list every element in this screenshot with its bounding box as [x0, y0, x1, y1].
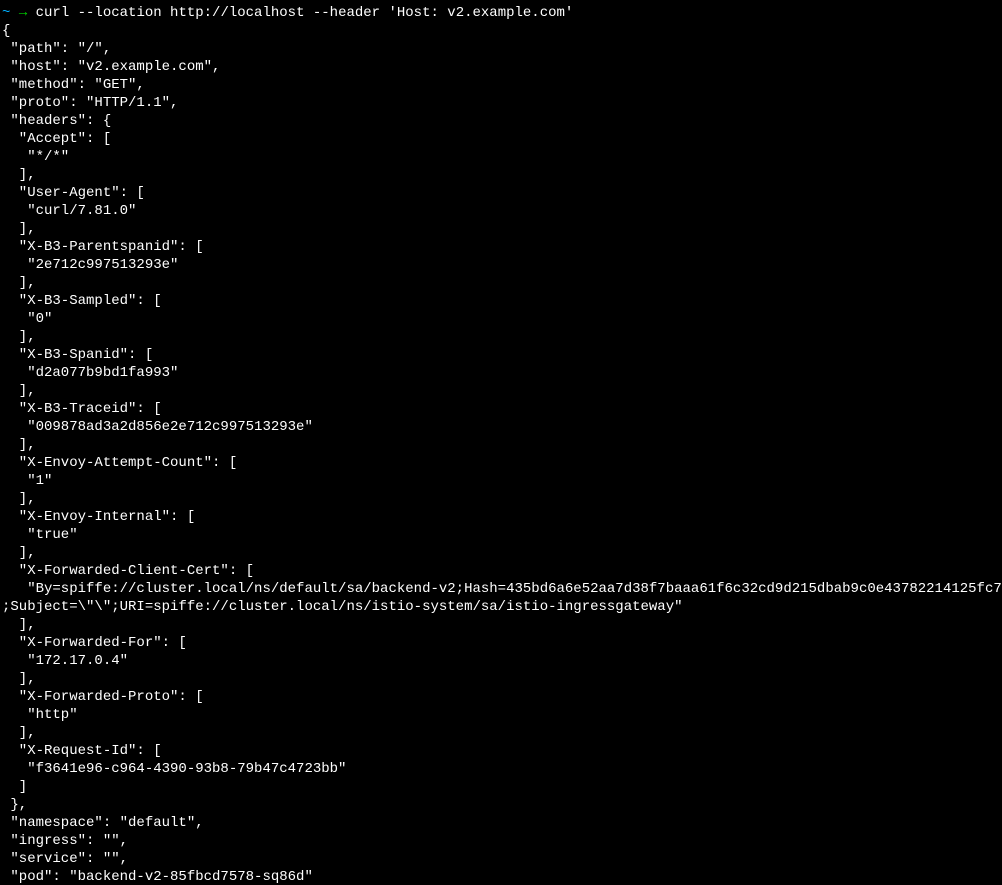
prompt-arrow-icon: → — [19, 5, 27, 21]
output-line: "X-Envoy-Internal": [ — [2, 508, 1000, 526]
output-line: "User-Agent": [ — [2, 184, 1000, 202]
output-line: ], — [2, 616, 1000, 634]
output-line: "X-B3-Spanid": [ — [2, 346, 1000, 364]
output-line: ], — [2, 166, 1000, 184]
output-line: "X-Forwarded-For": [ — [2, 634, 1000, 652]
output-line: "X-B3-Parentspanid": [ — [2, 238, 1000, 256]
output-line: "pod": "backend-v2-85fbcd7578-sq86d" — [2, 868, 1000, 885]
output-line: ], — [2, 670, 1000, 688]
output-line: "d2a077b9bd1fa993" — [2, 364, 1000, 382]
output-line: "By=spiffe://cluster.local/ns/default/sa… — [2, 580, 1000, 598]
output-line: ] — [2, 778, 1000, 796]
output-line: "Accept": [ — [2, 130, 1000, 148]
output-line: ], — [2, 274, 1000, 292]
output-line: "1" — [2, 472, 1000, 490]
output-line: { — [2, 22, 1000, 40]
output-line: "009878ad3a2d856e2e712c997513293e" — [2, 418, 1000, 436]
output-line: "X-B3-Traceid": [ — [2, 400, 1000, 418]
output-line: }, — [2, 796, 1000, 814]
output-line: "proto": "HTTP/1.1", — [2, 94, 1000, 112]
output-line: ], — [2, 220, 1000, 238]
output-line: "X-B3-Sampled": [ — [2, 292, 1000, 310]
output-line: "service": "", — [2, 850, 1000, 868]
output-line: "curl/7.81.0" — [2, 202, 1000, 220]
output-line: ], — [2, 544, 1000, 562]
output-line: "headers": { — [2, 112, 1000, 130]
output-line: "http" — [2, 706, 1000, 724]
output-line: "X-Request-Id": [ — [2, 742, 1000, 760]
output-line: "ingress": "", — [2, 832, 1000, 850]
output-line: "host": "v2.example.com", — [2, 58, 1000, 76]
output-line: ], — [2, 490, 1000, 508]
output-line: "f3641e96-c964-4390-93b8-79b47c4723bb" — [2, 760, 1000, 778]
output-line: ;Subject=\"\";URI=spiffe://cluster.local… — [2, 598, 1000, 616]
prompt-tilde: ~ — [2, 5, 10, 21]
terminal-output: { "path": "/", "host": "v2.example.com",… — [2, 22, 1000, 885]
output-line: "method": "GET", — [2, 76, 1000, 94]
output-line: "0" — [2, 310, 1000, 328]
output-line: "namespace": "default", — [2, 814, 1000, 832]
output-line: "2e712c997513293e" — [2, 256, 1000, 274]
output-line: ], — [2, 436, 1000, 454]
output-line: ], — [2, 382, 1000, 400]
output-line: "X-Forwarded-Proto": [ — [2, 688, 1000, 706]
output-line: "X-Envoy-Attempt-Count": [ — [2, 454, 1000, 472]
output-line: "true" — [2, 526, 1000, 544]
output-line: "X-Forwarded-Client-Cert": [ — [2, 562, 1000, 580]
output-line: ], — [2, 724, 1000, 742]
output-line: "172.17.0.4" — [2, 652, 1000, 670]
output-line: ], — [2, 328, 1000, 346]
command-line: curl --location http://localhost --heade… — [36, 5, 574, 21]
terminal[interactable]: ~ → curl --location http://localhost --h… — [0, 0, 1002, 885]
output-line: "*/*" — [2, 148, 1000, 166]
output-line: "path": "/", — [2, 40, 1000, 58]
